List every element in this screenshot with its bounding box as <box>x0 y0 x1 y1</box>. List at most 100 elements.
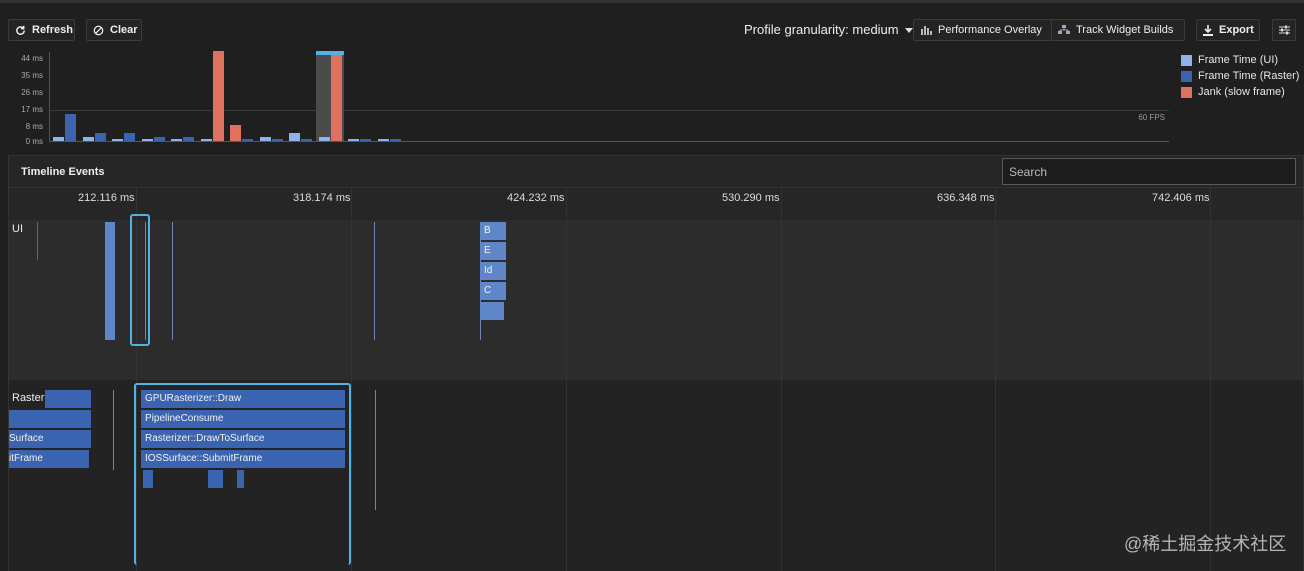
ui-event[interactable] <box>480 302 504 320</box>
frame-bar-ui[interactable] <box>53 136 64 141</box>
block-icon <box>93 25 104 36</box>
legend-item: Frame Time (UI) <box>1181 52 1299 68</box>
download-icon <box>1203 24 1213 36</box>
y-tick-label: 0 ms <box>25 137 43 146</box>
raster-event[interactable] <box>9 410 91 428</box>
frame-bar-ui[interactable] <box>141 138 153 141</box>
ui-event-mark[interactable] <box>374 222 375 340</box>
clear-label: Clear <box>110 24 138 36</box>
timeline-header: Timeline Events <box>9 156 1303 188</box>
frame-bar-ui[interactable] <box>82 136 94 141</box>
legend-item: Frame Time (Raster) <box>1181 68 1299 84</box>
time-tick: 424.232 ms <box>507 192 565 204</box>
raster-event[interactable] <box>143 470 153 488</box>
track-widget-builds-label: Track Widget Builds <box>1076 24 1174 36</box>
chevron-down-icon <box>904 27 913 33</box>
legend-swatch <box>1181 54 1192 66</box>
ui-event[interactable]: B <box>480 222 506 240</box>
watermark: @稀土掘金技术社区 <box>1124 534 1287 554</box>
bar-chart-icon <box>920 25 932 35</box>
y-tick-label: 17 ms <box>21 105 43 114</box>
performance-overlay-button[interactable]: Performance Overlay <box>913 19 1052 41</box>
time-tick: 212.116 ms <box>78 192 135 204</box>
performance-overlay-label: Performance Overlay <box>938 24 1042 36</box>
refresh-label: Refresh <box>32 24 73 36</box>
frame-bar-raster[interactable] <box>301 138 312 141</box>
raster-event[interactable]: IOSSurface::SubmitFrame <box>141 450 345 468</box>
raster-lane-label: Raster <box>12 392 45 404</box>
frame-bar-raster[interactable] <box>124 132 135 141</box>
y-tick-label: 8 ms <box>25 122 43 131</box>
raster-event[interactable]: Surface <box>9 430 91 448</box>
settings-button[interactable] <box>1272 19 1296 41</box>
frame-bar-ui[interactable] <box>377 138 389 141</box>
legend-swatch <box>1181 70 1192 82</box>
clear-button[interactable]: Clear <box>86 19 142 41</box>
granularity-dropdown[interactable]: Profile granularity: medium <box>744 22 913 37</box>
export-button[interactable]: Export <box>1196 19 1260 41</box>
frame-bar-raster[interactable] <box>330 55 342 141</box>
frame-bar-raster[interactable] <box>389 138 401 141</box>
time-ruler: 212.116 ms 318.174 ms 424.232 ms 530.290… <box>9 188 1303 220</box>
search-input[interactable] <box>1002 158 1296 185</box>
frame-bar-ui[interactable] <box>259 136 271 141</box>
legend-label: Frame Time (UI) <box>1198 54 1279 66</box>
raster-event-mark[interactable] <box>113 390 114 470</box>
ui-selection-bracket <box>130 214 150 346</box>
frame-bar-ui[interactable] <box>348 138 359 141</box>
frame-bar-raster[interactable] <box>212 51 224 141</box>
grid-line <box>566 188 567 571</box>
ui-event[interactable]: E <box>480 242 506 260</box>
legend-item: Jank (slow frame) <box>1181 84 1299 100</box>
refresh-icon <box>15 25 26 36</box>
frame-bar-ui[interactable] <box>289 132 300 141</box>
frames-chart[interactable]: 44 ms 35 ms 26 ms 17 ms 8 ms 0 ms 60 FPS <box>0 48 1175 148</box>
ui-event-stack[interactable] <box>105 222 115 340</box>
raster-event[interactable]: PipelineConsume <box>141 410 345 428</box>
frame-bar-raster[interactable] <box>183 136 194 141</box>
ui-lane[interactable]: UI <box>9 220 1303 380</box>
frame-bar-raster[interactable] <box>94 132 106 141</box>
fps-label: 60 FPS <box>1138 113 1165 122</box>
legend-label: Jank (slow frame) <box>1198 86 1285 98</box>
y-tick-label: 26 ms <box>21 88 43 97</box>
frame-bar-ui[interactable] <box>200 138 212 141</box>
refresh-button[interactable]: Refresh <box>8 19 75 41</box>
frame-bar-raster[interactable] <box>153 136 165 141</box>
raster-event[interactable] <box>45 390 91 408</box>
frame-bar-ui[interactable] <box>171 138 182 141</box>
frames-plot-area[interactable] <box>49 51 1169 142</box>
ui-event-mark[interactable] <box>172 222 173 340</box>
frame-bar-raster[interactable] <box>65 114 76 141</box>
timeline-title: Timeline Events <box>21 166 105 178</box>
granularity-label: Profile granularity: medium <box>744 22 899 37</box>
legend-swatch <box>1181 86 1192 98</box>
raster-event[interactable] <box>208 470 223 488</box>
grid-line <box>1210 188 1211 571</box>
ui-lane-label: UI <box>12 223 23 235</box>
time-tick: 318.174 ms <box>293 192 351 204</box>
ui-event[interactable]: Id <box>480 262 506 280</box>
raster-event[interactable]: itFrame <box>9 450 89 468</box>
frame-bar-ui[interactable] <box>230 124 241 141</box>
ui-event-mark[interactable] <box>37 222 38 260</box>
frame-bar-ui[interactable] <box>318 136 330 141</box>
grid-line <box>351 188 352 571</box>
widget-tree-icon <box>1058 25 1070 35</box>
raster-event[interactable]: Rasterizer::DrawToSurface <box>141 430 345 448</box>
legend-label: Frame Time (Raster) <box>1198 70 1300 82</box>
track-widget-builds-button[interactable]: Track Widget Builds <box>1051 19 1185 41</box>
raster-event[interactable] <box>237 470 244 488</box>
frame-bar-raster[interactable] <box>271 138 283 141</box>
ui-event[interactable]: C <box>480 282 506 300</box>
tune-icon <box>1278 25 1290 35</box>
frame-bar-ui[interactable] <box>112 138 123 141</box>
timeline-panel[interactable]: Timeline Events UI Raster 212.116 ms 318… <box>8 155 1304 571</box>
frame-bar-raster[interactable] <box>360 138 371 141</box>
frame-bar-raster[interactable] <box>242 138 253 141</box>
time-tick: 742.406 ms <box>1152 192 1210 204</box>
raster-event-mark[interactable] <box>375 390 376 510</box>
time-tick: 636.348 ms <box>937 192 995 204</box>
raster-event[interactable]: GPURasterizer::Draw <box>141 390 345 408</box>
top-divider <box>0 0 1304 3</box>
